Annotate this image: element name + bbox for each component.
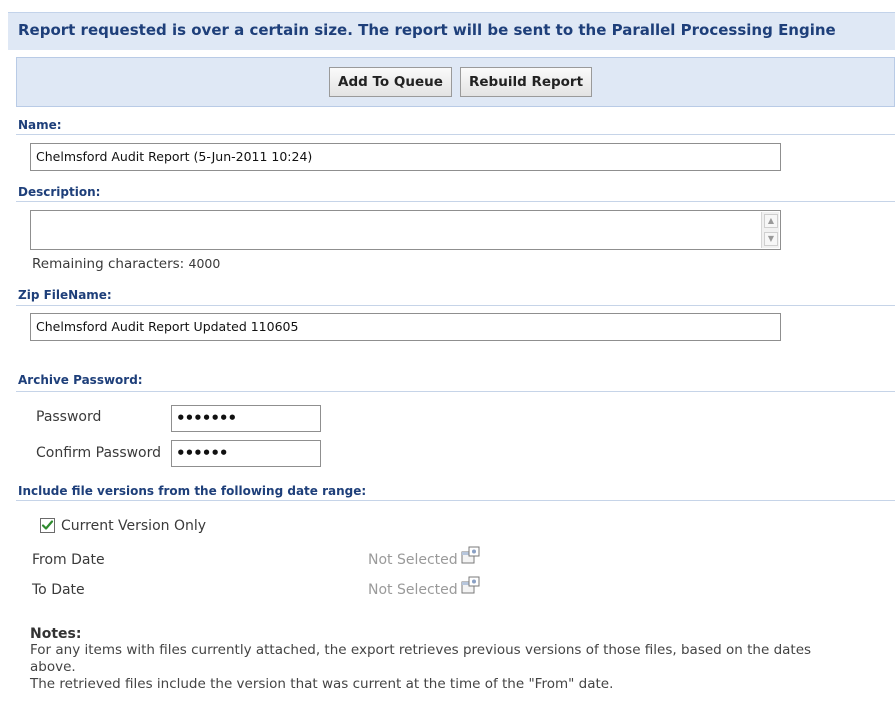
description-textarea[interactable]: ▲ ▼ <box>30 210 781 250</box>
add-to-queue-button[interactable]: Add To Queue <box>329 67 452 97</box>
name-field[interactable]: Chelmsford Audit Report (5-Jun-2011 10:2… <box>30 143 781 171</box>
zip-filename-field[interactable]: Chelmsford Audit Report Updated 110605 <box>30 313 781 341</box>
scroll-down-arrow-icon[interactable]: ▼ <box>764 232 778 246</box>
date-range-label: Include file versions from the following… <box>18 484 367 498</box>
from-date-value: Not Selected <box>368 552 458 568</box>
description-label: Description: <box>18 185 101 199</box>
password-label: Password <box>36 409 102 425</box>
current-version-only-checkbox[interactable] <box>40 518 55 533</box>
password-field[interactable]: ••••••• <box>171 405 321 432</box>
notes-section: Notes: For any items with files currentl… <box>30 626 890 693</box>
to-date-label: To Date <box>32 582 85 598</box>
zip-filename-label: Zip FileName: <box>18 288 112 302</box>
notes-line-3: The retrieved files include the version … <box>30 676 614 692</box>
checkmark-icon <box>41 520 54 530</box>
zip-filename-divider <box>16 305 895 306</box>
name-divider <box>16 134 895 135</box>
description-divider <box>16 201 895 202</box>
rebuild-report-button[interactable]: Rebuild Report <box>460 67 593 97</box>
from-date-calendar-icon[interactable] <box>460 544 482 566</box>
remaining-characters: Remaining characters: 4000 <box>32 256 220 272</box>
name-label: Name: <box>18 118 62 132</box>
to-date-calendar-icon[interactable] <box>460 574 482 596</box>
action-toolbar: Add To Queue Rebuild Report <box>16 57 895 107</box>
confirm-password-field[interactable]: •••••• <box>171 440 321 467</box>
report-size-banner: Report requested is over a certain size.… <box>8 12 895 50</box>
notes-line-1: For any items with files currently attac… <box>30 642 812 658</box>
scroll-up-arrow-icon[interactable]: ▲ <box>764 214 778 228</box>
notes-line-2: above. <box>30 659 76 675</box>
from-date-label: From Date <box>32 552 105 568</box>
banner-message: Report requested is over a certain size.… <box>18 21 836 39</box>
archive-password-divider <box>16 391 895 392</box>
confirm-password-label: Confirm Password <box>36 445 162 461</box>
remaining-characters-label: Remaining characters: <box>32 256 185 272</box>
to-date-value: Not Selected <box>368 582 458 598</box>
current-version-only-label[interactable]: Current Version Only <box>61 518 206 534</box>
description-scrollbar[interactable]: ▲ ▼ <box>761 212 779 248</box>
notes-title: Notes: <box>30 626 82 642</box>
remaining-characters-count: 4000 <box>188 256 221 271</box>
archive-password-label: Archive Password: <box>18 373 143 387</box>
date-range-divider <box>16 500 895 501</box>
